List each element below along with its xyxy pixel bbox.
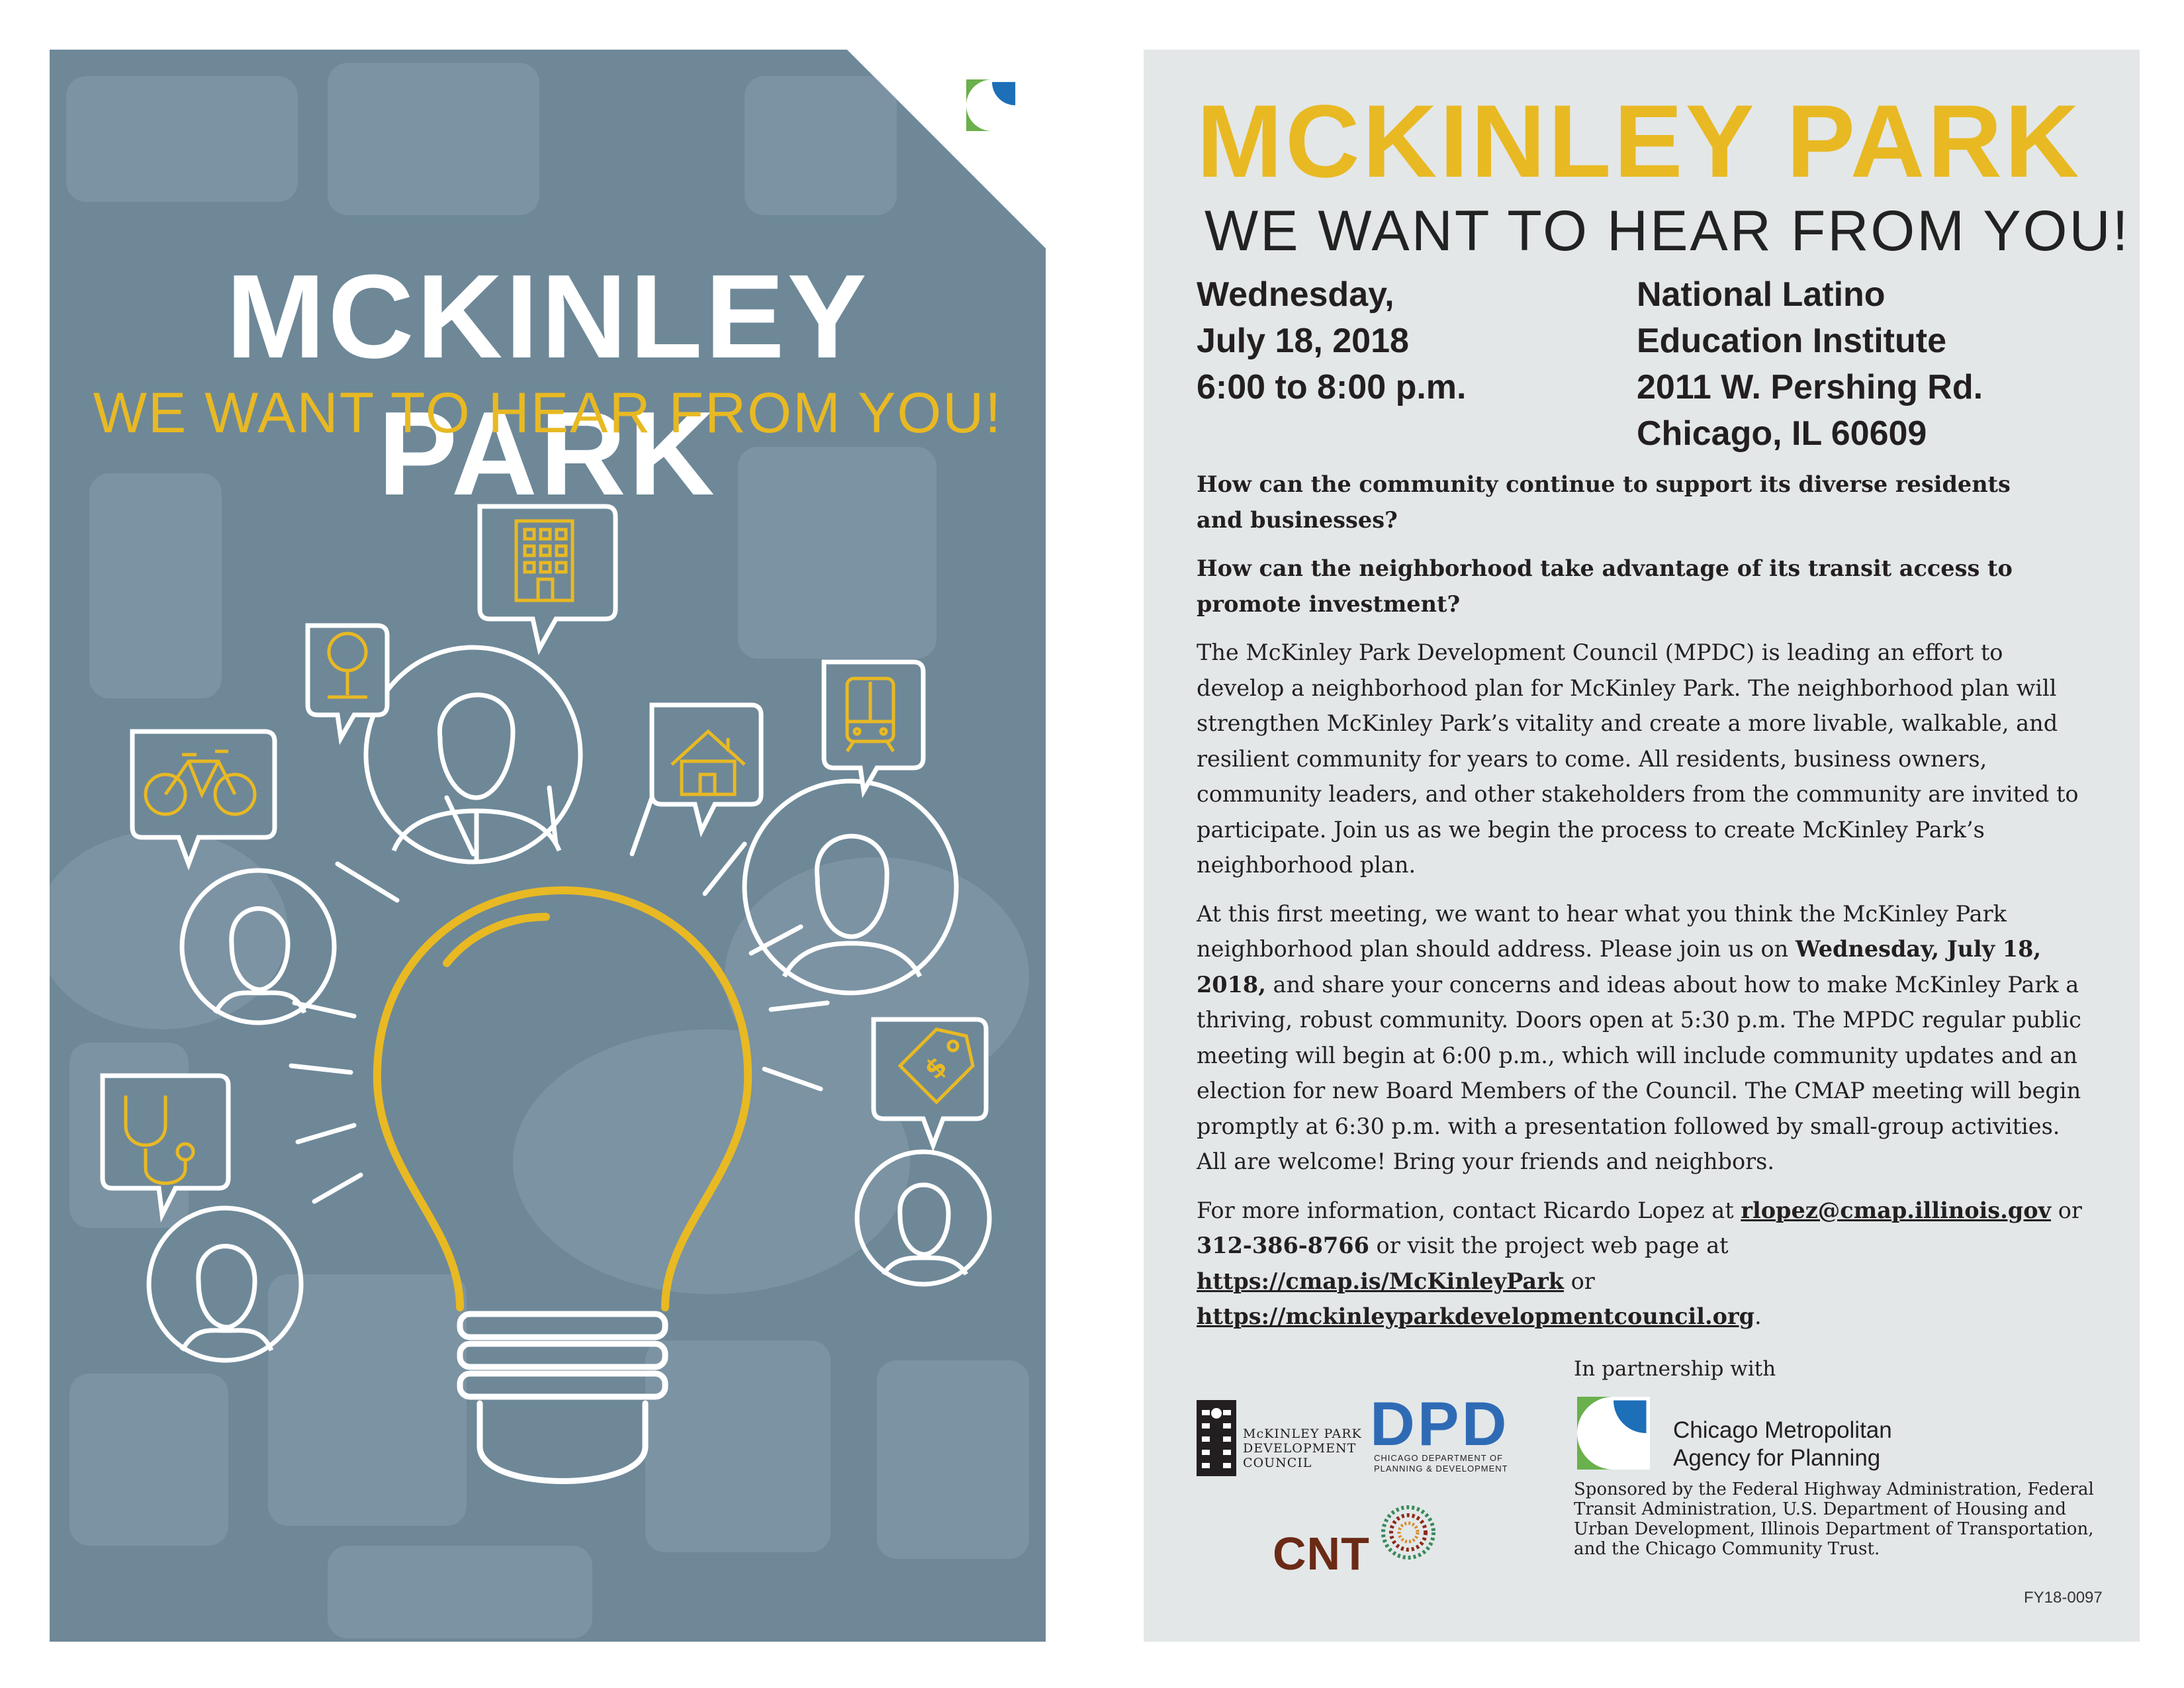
paragraph-contact: For more information, contact Ricardo Lo…	[1197, 1193, 2097, 1335]
contact-text-c: or visit the project web page at	[1369, 1233, 1729, 1258]
lightbulb-illustration: $	[100, 504, 992, 1484]
dpd-line: CHICAGO DEPARTMENT OF	[1374, 1453, 1504, 1463]
event-venue-line: 2011 W. Pershing Rd.	[1637, 368, 1983, 406]
mpdc-line: McKINLEY PARK	[1243, 1427, 1362, 1441]
mpdc-logo-text: McKINLEY PARK DEVELOPMENT COUNCIL	[1243, 1427, 1362, 1470]
left-flyer-panel: MCKINLEY PARK WE WANT TO HEAR FROM YOU!	[50, 50, 1046, 1642]
question-2: How can the neighborhood take advantage …	[1197, 555, 2013, 617]
dpd-logo-subtext: CHICAGO DEPARTMENT OF PLANNING & DEVELOP…	[1374, 1453, 1508, 1474]
right-flyer-panel: MCKINLEY PARK WE WANT TO HEAR FROM YOU! …	[1144, 50, 2140, 1642]
event-venue-block: National Latino Education Institute 2011…	[1637, 271, 1983, 457]
event-date-line: 6:00 to 8:00 p.m.	[1197, 368, 1467, 406]
contact-text-b: or	[2051, 1197, 2082, 1223]
cmap-line: Chicago Metropolitan	[1673, 1417, 1892, 1443]
mpdc-url-link[interactable]: https://mckinleyparkdevelopmentcouncil.o…	[1197, 1303, 1754, 1329]
contact-text-e: .	[1754, 1303, 1762, 1329]
cnt-logo-text: CNT	[1273, 1528, 1370, 1579]
email-link[interactable]: rlopez@cmap.illinois.gov	[1741, 1197, 2051, 1223]
right-subtitle: WE WANT TO HEAR FROM YOU!	[1205, 199, 2130, 263]
body-text: How can the community continue to suppor…	[1197, 467, 2097, 1348]
lightbulb-icon	[373, 886, 752, 1484]
question-1: How can the community continue to suppor…	[1197, 471, 2011, 533]
right-title: MCKINLEY PARK	[1197, 84, 2082, 199]
dpd-logo-text: DPD	[1370, 1389, 1510, 1458]
dpd-line: PLANNING & DEVELOPMENT	[1374, 1464, 1508, 1474]
person-circle-man-2	[854, 1149, 992, 1287]
person-circle-man	[363, 645, 583, 865]
event-venue-line: Chicago, IL 60609	[1637, 414, 1927, 453]
person-circle-woman-1	[179, 868, 337, 1025]
cmap-name: Chicago Metropolitan Agency for Planning	[1673, 1417, 1892, 1472]
cmap-logo-icon	[1577, 1397, 1650, 1470]
mpdc-line: DEVELOPMENT	[1243, 1441, 1357, 1456]
mpdc-line: COUNCIL	[1243, 1456, 1312, 1470]
document-code: FY18-0097	[2024, 1589, 2103, 1607]
event-venue-line: Education Institute	[1637, 322, 1946, 360]
event-date-line: July 18, 2018	[1197, 322, 1409, 360]
person-circle-woman-2	[742, 778, 959, 996]
speech-bubble-house	[649, 702, 764, 838]
person-circle-woman-3	[146, 1205, 304, 1363]
paragraph-meeting: At this first meeting, we want to hear w…	[1197, 896, 2097, 1180]
project-url-link[interactable]: https://cmap.is/McKinleyPark	[1197, 1268, 1564, 1294]
event-date-block: Wednesday, July 18, 2018 6:00 to 8:00 p.…	[1197, 271, 1466, 410]
partnership-label: In partnership with	[1574, 1357, 1776, 1381]
cmap-line: Agency for Planning	[1673, 1445, 1881, 1471]
contact-text-d: or	[1563, 1268, 1595, 1294]
phone-number: 312-386-8766	[1197, 1233, 1369, 1258]
sponsor-text: Sponsored by the Federal Highway Adminis…	[1574, 1479, 2094, 1559]
contact-text-a: For more information, contact Ricardo Lo…	[1197, 1197, 1741, 1223]
paragraph-intro: The McKinley Park Development Council (M…	[1197, 639, 2079, 878]
event-date-line: Wednesday,	[1197, 275, 1394, 314]
speech-bubble-train	[821, 659, 926, 798]
event-venue-line: National Latino	[1637, 275, 1886, 314]
meeting-text-b: and share your concerns and ideas about …	[1197, 971, 2081, 1175]
